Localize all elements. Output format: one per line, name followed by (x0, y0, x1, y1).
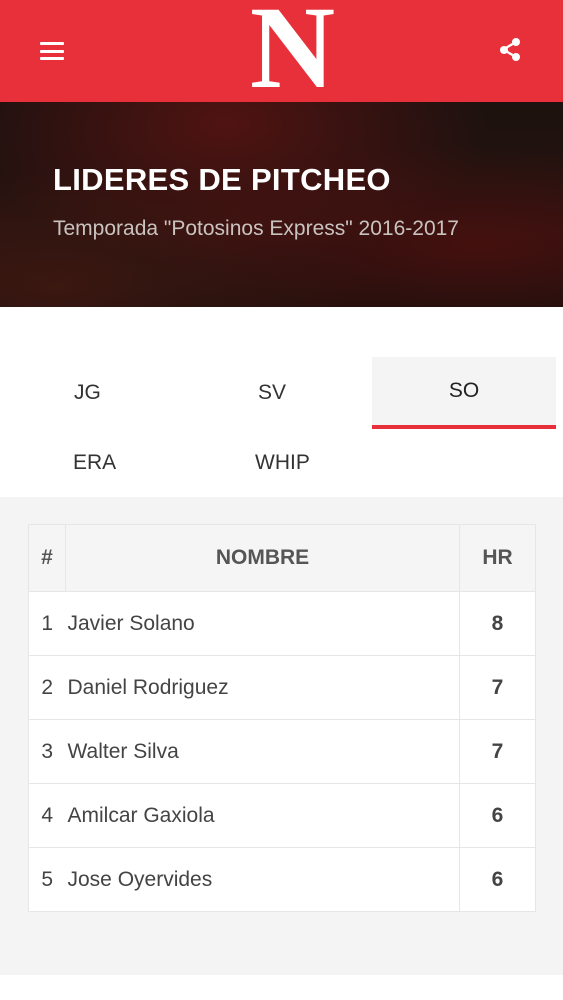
player-name: Amilcar Gaxiola (65, 783, 460, 848)
table-row[interactable]: 3 Walter Silva 7 (28, 719, 536, 784)
stat-tabs: JG SV SO ERA WHIP (0, 307, 563, 497)
rank-cell: 5 (28, 847, 66, 912)
leaders-table: # NOMBRE HR 1 Javier Solano 8 2 Daniel R… (28, 524, 536, 912)
rank-cell: 3 (28, 719, 66, 784)
player-name: Walter Silva (65, 719, 460, 784)
page-footer (0, 975, 563, 1000)
logo[interactable]: N (240, 0, 345, 107)
column-header-name[interactable]: NOMBRE (65, 524, 460, 592)
table-row[interactable]: 4 Amilcar Gaxiola 6 (28, 783, 536, 848)
table-row[interactable]: 5 Jose Oyervides 6 (28, 847, 536, 912)
tab-so[interactable]: SO (372, 357, 556, 429)
player-name: Javier Solano (65, 591, 460, 656)
leaders-section: # NOMBRE HR 1 Javier Solano 8 2 Daniel R… (0, 497, 563, 975)
column-header-rank[interactable]: # (28, 524, 66, 592)
player-name: Daniel Rodriguez (65, 655, 460, 720)
stat-value: 7 (459, 655, 536, 720)
share-icon[interactable] (496, 36, 524, 64)
stat-value: 7 (459, 719, 536, 784)
table-row[interactable]: 1 Javier Solano 8 (28, 591, 536, 656)
tab-jg[interactable]: JG (0, 357, 184, 429)
rank-cell: 1 (28, 591, 66, 656)
tab-era[interactable]: ERA (0, 427, 184, 499)
stat-value: 6 (459, 847, 536, 912)
hero-banner: LIDERES DE PITCHEO Temporada "Potosinos … (0, 102, 563, 307)
page-subtitle: Temporada "Potosinos Express" 2016-2017 (53, 217, 459, 240)
rank-cell: 4 (28, 783, 66, 848)
table-row[interactable]: 2 Daniel Rodriguez 7 (28, 655, 536, 720)
menu-icon[interactable] (40, 40, 64, 62)
table-header-row: # NOMBRE HR (28, 524, 536, 592)
stat-value: 6 (459, 783, 536, 848)
page-title: LIDERES DE PITCHEO (53, 162, 391, 197)
tab-sv[interactable]: SV (186, 357, 370, 429)
player-name: Jose Oyervides (65, 847, 460, 912)
app-header: N (0, 0, 563, 107)
tab-whip[interactable]: WHIP (186, 427, 370, 499)
rank-cell: 2 (28, 655, 66, 720)
stat-value: 8 (459, 591, 536, 656)
column-header-hr[interactable]: HR (459, 524, 536, 592)
